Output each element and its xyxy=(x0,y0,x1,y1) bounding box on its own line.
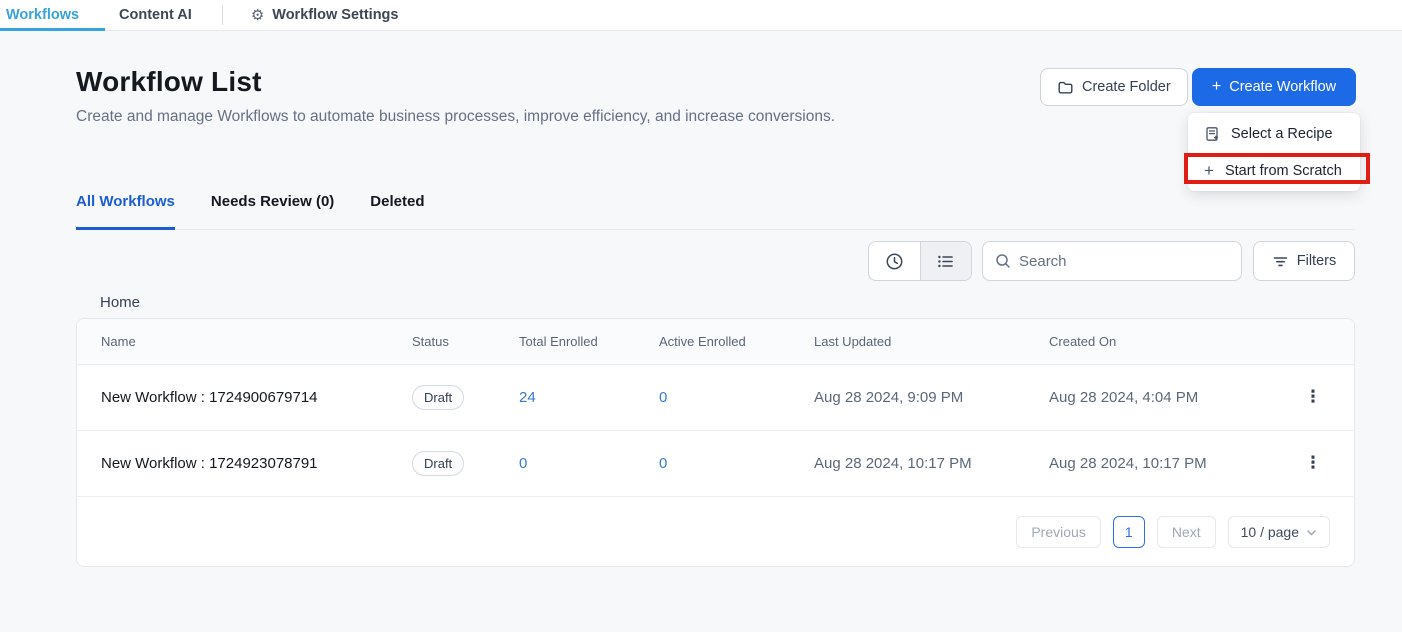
search-icon xyxy=(995,253,1011,269)
plus-icon: + xyxy=(1212,79,1221,95)
breadcrumb: Home xyxy=(100,294,140,311)
history-view-button[interactable] xyxy=(869,242,920,280)
workflow-table-card: Name Status Total Enrolled Active Enroll… xyxy=(76,318,1355,567)
topnav-workflow-settings[interactable]: ⚙ Workflow Settings xyxy=(237,0,413,30)
table-row: New Workflow : 1724900679714 Draft 24 0 … xyxy=(77,365,1354,431)
view-toggle xyxy=(868,241,972,281)
filter-icon xyxy=(1272,253,1289,270)
page-size-label: 10 / page xyxy=(1241,524,1299,540)
page-title: Workflow List xyxy=(76,66,262,98)
topnav-workflows-label: Workflows xyxy=(6,7,79,23)
create-workflow-button[interactable]: + Create Workflow xyxy=(1192,68,1356,106)
filters-button[interactable]: Filters xyxy=(1253,241,1355,281)
workflow-name-link[interactable]: New Workflow : 1724923078791 xyxy=(101,455,412,472)
page-subtitle: Create and manage Workflows to automate … xyxy=(76,105,836,129)
folder-icon xyxy=(1057,79,1074,96)
top-nav-bar: Workflows Content AI ⚙ Workflow Settings xyxy=(0,0,1402,31)
search-input[interactable] xyxy=(1019,253,1229,270)
tab-all-workflows[interactable]: All Workflows xyxy=(76,193,175,229)
create-workflow-dropdown: Select a Recipe + Start from Scratch xyxy=(1188,113,1360,191)
tab-deleted[interactable]: Deleted xyxy=(370,193,424,229)
next-page-button[interactable]: Next xyxy=(1157,516,1216,548)
topnav-content-ai-label: Content AI xyxy=(119,7,192,23)
filters-label: Filters xyxy=(1297,253,1336,269)
tab-needs-review[interactable]: Needs Review (0) xyxy=(211,193,334,229)
list-icon xyxy=(936,252,955,271)
table-row: New Workflow : 1724923078791 Draft 0 0 A… xyxy=(77,431,1354,497)
last-updated-value: Aug 28 2024, 9:09 PM xyxy=(814,389,1049,406)
total-enrolled-link[interactable]: 0 xyxy=(519,455,659,472)
create-folder-label: Create Folder xyxy=(1082,79,1171,95)
column-header-total-enrolled: Total Enrolled xyxy=(519,334,659,349)
menu-item-start-from-scratch[interactable]: + Start from Scratch xyxy=(1188,152,1360,189)
active-enrolled-link[interactable]: 0 xyxy=(659,389,814,406)
clock-icon xyxy=(885,252,904,271)
menu-item-select-a-recipe[interactable]: Select a Recipe xyxy=(1188,115,1360,152)
topnav-content-ai[interactable]: Content AI xyxy=(105,0,206,30)
list-view-button[interactable] xyxy=(920,242,971,280)
plus-icon: + xyxy=(1204,162,1214,179)
status-badge: Draft xyxy=(412,451,464,476)
create-folder-button[interactable]: Create Folder xyxy=(1040,68,1188,106)
topnav-divider xyxy=(222,5,223,25)
table-header-row: Name Status Total Enrolled Active Enroll… xyxy=(77,319,1354,365)
workflow-tabs: All Workflows Needs Review (0) Deleted xyxy=(76,193,1355,230)
created-on-value: Aug 28 2024, 4:04 PM xyxy=(1049,389,1299,406)
page-size-select[interactable]: 10 / page xyxy=(1228,516,1330,548)
column-header-created-on: Created On xyxy=(1049,334,1299,349)
recipe-document-icon xyxy=(1204,126,1220,142)
pagination: Previous 1 Next 10 / page xyxy=(77,497,1354,567)
last-updated-value: Aug 28 2024, 10:17 PM xyxy=(814,455,1049,472)
row-actions-menu-icon[interactable]: ⋮ xyxy=(1299,455,1327,472)
topnav-workflows[interactable]: Workflows xyxy=(0,0,105,30)
chevron-down-icon xyxy=(1306,527,1317,538)
column-header-active-enrolled: Active Enrolled xyxy=(659,334,814,349)
workflow-name-link[interactable]: New Workflow : 1724900679714 xyxy=(101,389,412,406)
menu-item-select-a-recipe-label: Select a Recipe xyxy=(1231,126,1333,142)
create-workflow-label: Create Workflow xyxy=(1229,79,1336,95)
column-header-last-updated: Last Updated xyxy=(814,334,1049,349)
previous-page-button[interactable]: Previous xyxy=(1016,516,1100,548)
row-actions-menu-icon[interactable]: ⋮ xyxy=(1299,389,1327,406)
status-badge: Draft xyxy=(412,385,464,410)
gear-icon: ⚙ xyxy=(251,6,264,24)
topnav-workflow-settings-label: Workflow Settings xyxy=(272,7,398,23)
menu-item-start-from-scratch-label: Start from Scratch xyxy=(1225,163,1342,179)
search-box xyxy=(982,241,1242,281)
created-on-value: Aug 28 2024, 10:17 PM xyxy=(1049,455,1299,472)
column-header-status: Status xyxy=(412,334,519,349)
total-enrolled-link[interactable]: 24 xyxy=(519,389,659,406)
column-header-name: Name xyxy=(101,334,412,349)
page-number-button[interactable]: 1 xyxy=(1113,516,1145,548)
active-enrolled-link[interactable]: 0 xyxy=(659,455,814,472)
